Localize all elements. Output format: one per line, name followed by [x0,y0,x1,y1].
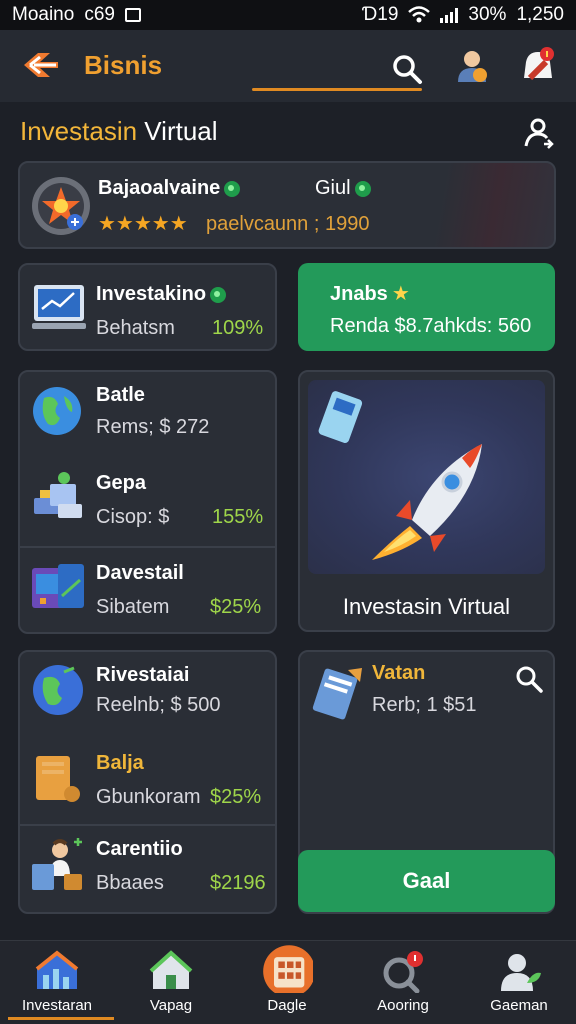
bell-icon[interactable] [516,44,558,86]
list-item[interactable]: Carentiio Bbaaes $2196 [20,826,275,912]
page-title: Bisnis [84,50,163,80]
computer-chart-icon [32,285,86,329]
item-subtitle: Reelnb; $ 500 [96,694,221,716]
app-header: Bisnis [0,30,576,102]
item-value: 155% [212,506,264,528]
list-item[interactable]: Balja Gbunkoram $25% [20,740,275,824]
highlight-text: Renda $8.7ahkds: 560 [330,315,532,337]
item-value: $25% [210,596,262,618]
avatar-icon[interactable] [452,46,492,86]
item-subtitle: Sibatem [96,596,170,618]
battery-label: 30% [468,4,507,25]
house-chart-icon [35,950,79,989]
search-icon[interactable] [514,664,544,694]
item-value: $2196 [210,872,266,894]
time-label: 1,250 [516,4,564,25]
online-icon [354,180,371,197]
hero-name: Bajaoalvaine [98,177,241,200]
nav-item-investaran[interactable]: Investaran [2,941,114,1024]
nav-item-dagle[interactable]: Dagle [232,941,342,1024]
carrier-code: c69 [84,4,115,25]
user-share-icon[interactable] [520,116,554,150]
globe-icon [33,387,81,435]
nav-item-vapag[interactable]: Vapag [116,941,226,1024]
verified-icon [210,286,227,303]
rating-stars: ★★★★★ [98,213,188,235]
card-caption: Investasin Virtual [342,594,511,619]
nav-item-aooring[interactable]: Aooring [348,941,458,1024]
investakino-card[interactable]: Investakino Behatsm 109% [18,263,277,351]
item-title: Batle [96,384,145,406]
card-subtitle: Rerb; 1 $51 [372,694,477,716]
medal-icon [32,177,90,235]
highlight-card[interactable]: Jnabs ★ Renda $8.7ahkds: 560 [298,263,555,351]
section-title: Investasin Virtual [20,116,218,146]
notification-icon [124,8,141,22]
investment-list-1: Batle Rems; $ 272 Gepa Cisop: $ 155% Dav… [18,370,277,634]
rocket-icon [372,444,482,560]
item-title: Rivestaiai [96,664,190,686]
list-item[interactable]: Rivestaiai Reelnb; $ 500 [20,652,275,740]
gaal-button[interactable]: Gaal [298,850,555,912]
item-title: Balja [96,752,144,774]
nav-label: Investaran [21,997,93,1014]
active-indicator [8,1017,114,1020]
home-icon [149,950,193,989]
person-desk-icon [32,838,82,890]
folder-icon [36,756,80,802]
virtual-investment-card[interactable]: Investasin Virtual [298,370,555,632]
status-bar: Moaino c69 Ɗ19 30% 1,250 [0,0,576,30]
nav-item-gaeman[interactable]: Gaeman [464,941,574,1024]
highlight-title: Jnabs ★ [330,283,410,305]
bottom-nav: Investaran Vapag Dagle Aooring Gaeman [0,940,576,1024]
document-icon [312,668,362,720]
item-subtitle: Cisop: $ [96,506,170,528]
search-underline [252,88,422,91]
item-title: Gepa [96,472,147,494]
item-subtitle: Rems; $ 272 [96,416,210,438]
item-subtitle: Bbaaes [96,872,164,894]
nav-label: Aooring [377,997,429,1014]
wifi-icon [408,6,431,23]
item-value: $25% [210,786,262,808]
nav-label: Dagle [267,997,307,1014]
dashboard-icon [32,564,84,608]
globe-icon [33,665,83,715]
card-title: Vatan [372,662,426,684]
signal-icon [440,7,459,23]
back-arrow-icon[interactable] [20,48,60,82]
hero-right-label: Giul [315,177,371,200]
search-notification-icon [383,951,423,993]
investment-list-2: Rivestaiai Reelnb; $ 500 Balja Gbunkoram… [18,650,277,914]
tile-subtitle: Behatsm [96,317,175,339]
item-title: Carentiio [96,838,183,860]
list-item[interactable]: Batle Rems; $ 272 [20,372,275,460]
profile-icon [501,954,541,991]
building-icon [263,945,313,993]
cash-stack-icon [34,472,82,518]
nav-label: Vapag [149,997,193,1014]
list-item[interactable]: Davestail Sibatem $25% [20,548,275,634]
nav-label: Gaeman [490,997,548,1014]
rocket-illustration [308,380,545,574]
signal-text: Ɗ19 [361,4,399,25]
tile-title: Investakino [96,283,227,306]
list-item[interactable]: Gepa Cisop: $ 155% [20,460,275,546]
verified-icon [224,180,241,197]
tile-value: 109% [212,317,264,339]
featured-investor-card[interactable]: Bajaoalvaine Giul ★★★★★ paelvcaunn ; 199… [18,161,556,249]
carrier-label: Moaino [12,4,75,25]
item-subtitle: Gbunkoram [96,786,201,808]
star-icon: ★ [391,283,410,305]
search-icon[interactable] [390,52,424,86]
hero-subtitle: paelvcaunn ; 1990 [206,213,370,235]
item-title: Davestail [96,562,184,584]
